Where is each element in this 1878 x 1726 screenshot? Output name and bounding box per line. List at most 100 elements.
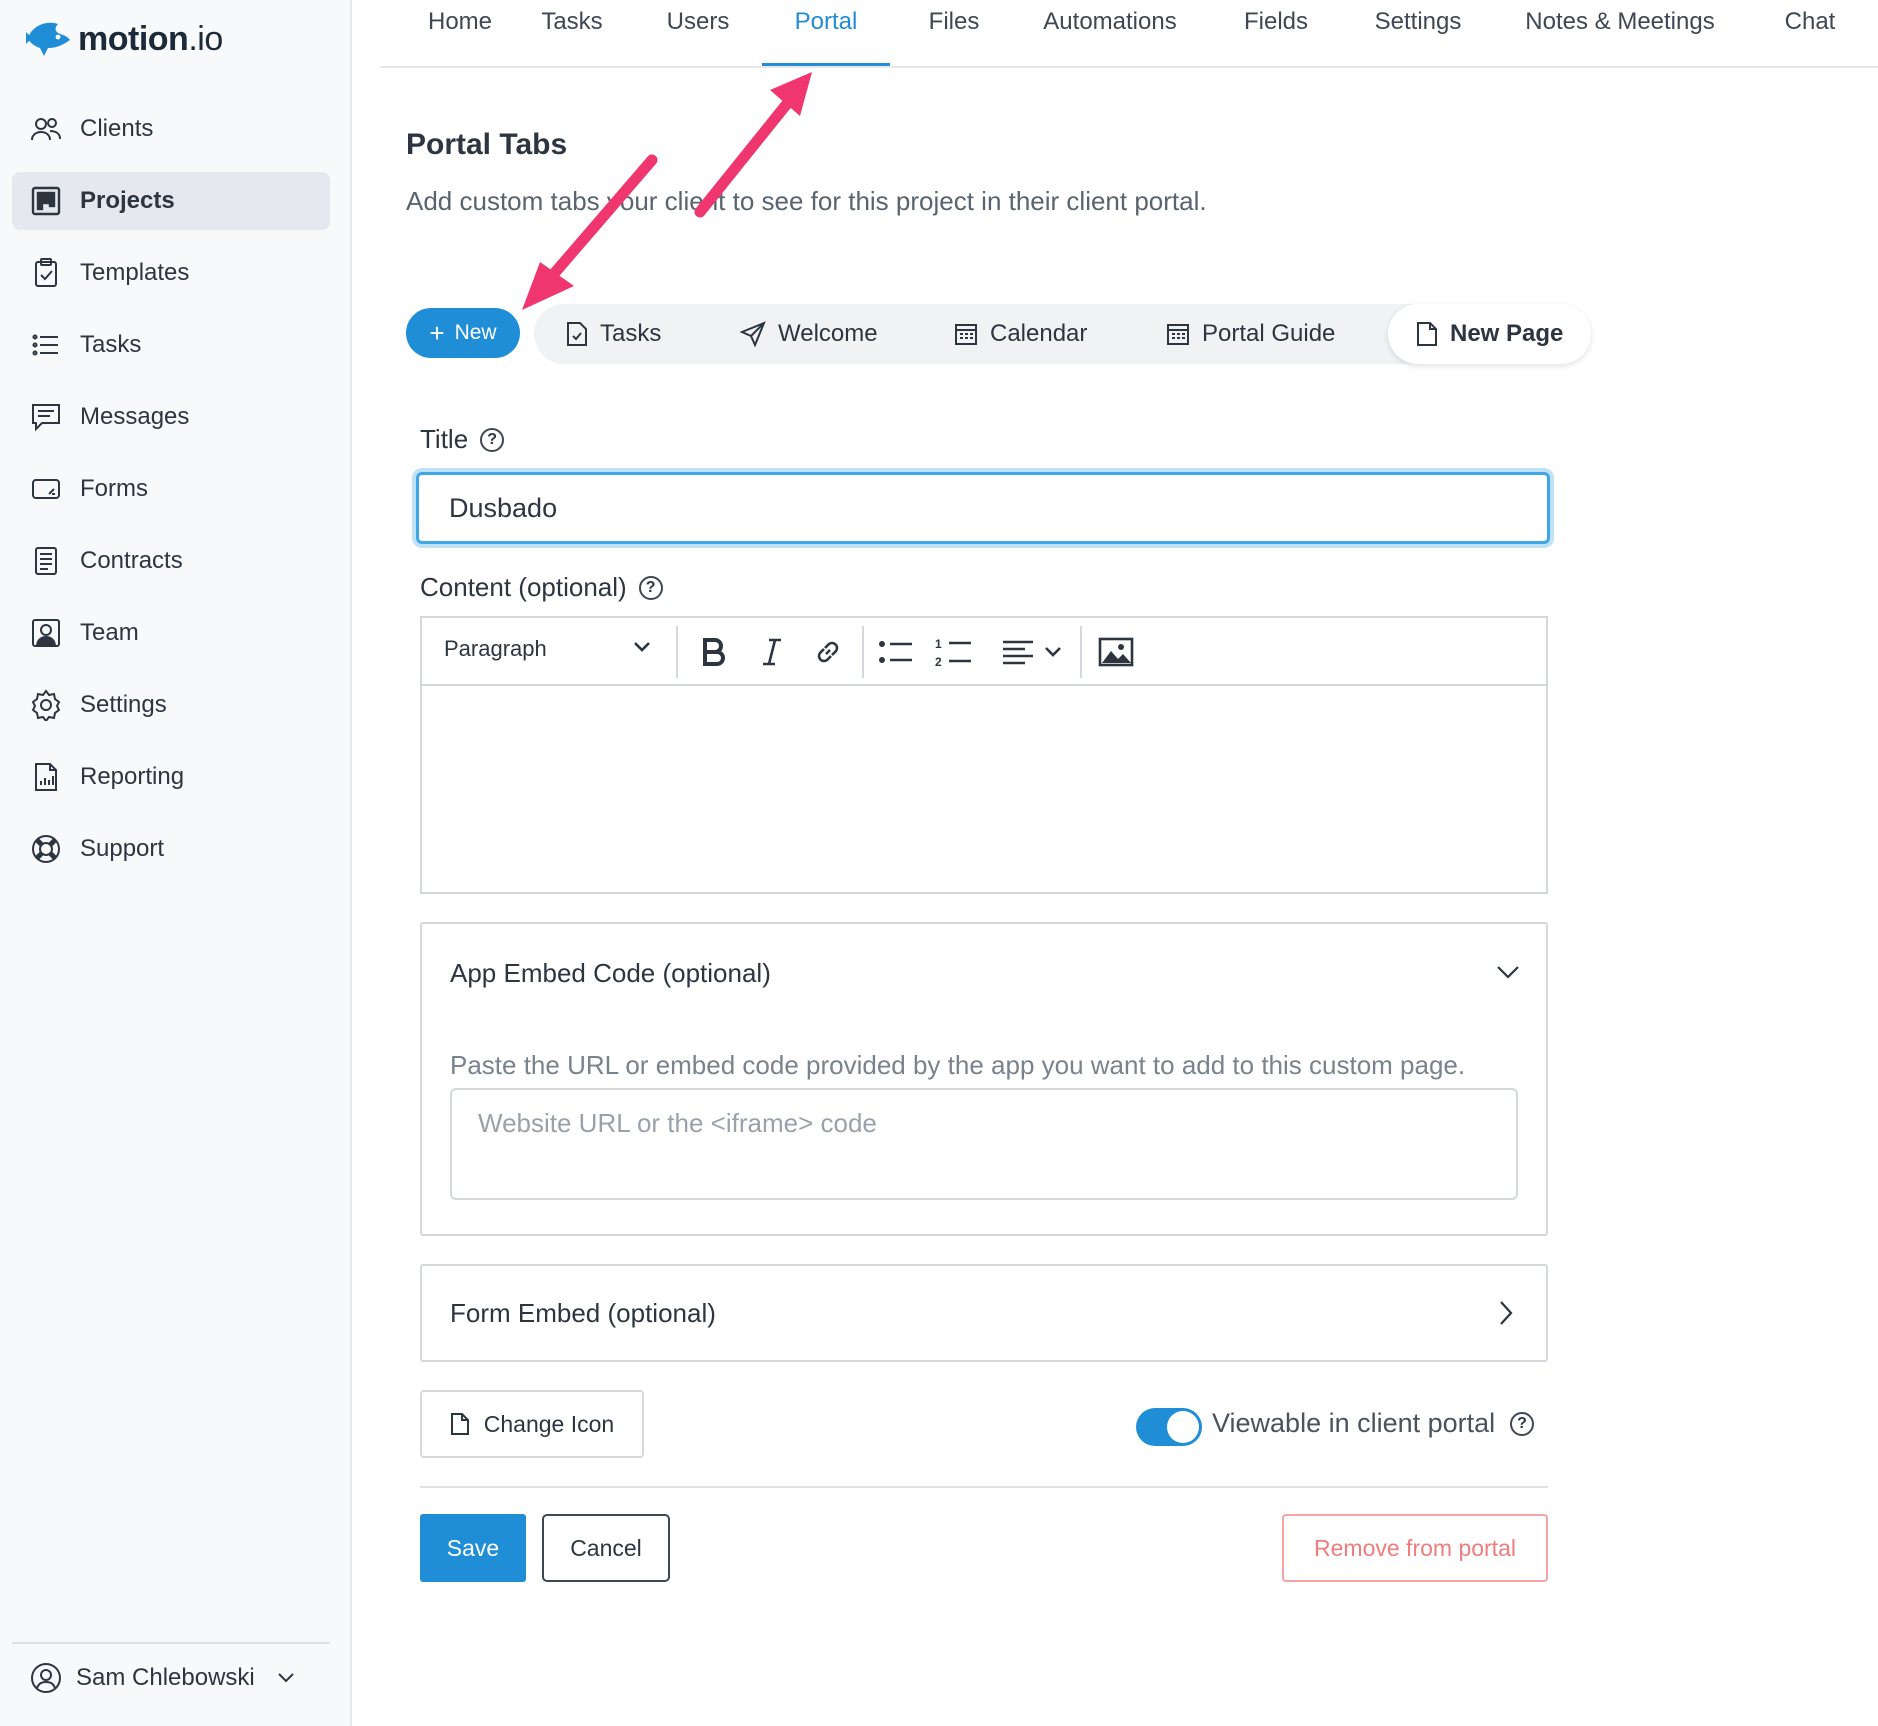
logo[interactable]: motion.io xyxy=(24,18,223,60)
italic-icon xyxy=(763,638,781,666)
kanban-icon xyxy=(31,186,61,216)
tab-portal[interactable]: Portal xyxy=(762,0,890,66)
bold-button[interactable] xyxy=(694,632,734,672)
logo-text: motion.io xyxy=(78,19,223,58)
portal-tab-new-page[interactable]: New Page xyxy=(1388,304,1592,364)
fish-logo-icon xyxy=(26,22,70,56)
sidebar-divider xyxy=(12,1642,330,1644)
sidebar-item-label: Contracts xyxy=(80,547,183,574)
calendar-icon xyxy=(955,324,977,345)
chevron-down-icon xyxy=(278,1673,294,1683)
portal-tab-portal-guide[interactable]: Portal Guide xyxy=(1166,304,1335,364)
tab-automations[interactable]: Automations xyxy=(1040,0,1180,66)
bullet-list-button[interactable] xyxy=(874,632,918,672)
editor-toolbar: Paragraph 12 xyxy=(422,618,1546,686)
tab-chat[interactable]: Chat xyxy=(1778,0,1842,66)
gear-icon xyxy=(31,689,61,721)
bold-icon xyxy=(703,638,725,666)
sidebar-item-tasks[interactable]: Tasks xyxy=(12,316,330,374)
tab-notes-meetings[interactable]: Notes & Meetings xyxy=(1522,0,1718,66)
list-icon xyxy=(32,334,58,356)
embed-code-input[interactable] xyxy=(450,1088,1518,1200)
sidebar-nav: Clients Projects Templates Tasks Message… xyxy=(12,100,330,892)
sidebar-item-label: Support xyxy=(80,835,165,862)
tab-settings[interactable]: Settings xyxy=(1370,0,1466,66)
sidebar-item-team[interactable]: Team xyxy=(12,604,330,662)
numbered-list-icon: 12 xyxy=(935,637,971,668)
align-button[interactable] xyxy=(994,632,1070,672)
sidebar-item-contracts[interactable]: Contracts xyxy=(12,532,330,590)
sidebar: motion.io Clients Projects Templates Tas… xyxy=(0,0,352,1726)
sidebar-item-support[interactable]: Support xyxy=(12,820,330,878)
form-embed-title: Form Embed (optional) xyxy=(450,1298,716,1328)
footer-divider xyxy=(420,1486,1548,1488)
calendar-icon xyxy=(1167,324,1189,345)
file-icon xyxy=(450,1413,469,1435)
file-icon xyxy=(1417,322,1437,346)
form-embed-panel[interactable]: Form Embed (optional) xyxy=(420,1264,1548,1362)
italic-button[interactable] xyxy=(752,632,792,672)
title-input[interactable] xyxy=(416,472,1550,544)
sidebar-item-messages[interactable]: Messages xyxy=(12,388,330,446)
help-icon[interactable]: ? xyxy=(1510,1412,1534,1436)
team-icon xyxy=(32,619,60,647)
sidebar-item-projects[interactable]: Projects xyxy=(12,172,330,230)
tab-files[interactable]: Files xyxy=(920,0,988,66)
clipboard-check-icon xyxy=(35,258,57,287)
user-name: Sam Chlebowski xyxy=(76,1664,255,1691)
sidebar-item-label: Messages xyxy=(80,403,190,430)
align-left-icon xyxy=(1003,640,1033,665)
app-embed-title[interactable]: App Embed Code (optional) xyxy=(450,958,771,989)
cancel-button[interactable]: Cancel xyxy=(542,1514,670,1582)
file-check-icon xyxy=(567,322,587,346)
sidebar-item-templates[interactable]: Templates xyxy=(12,244,330,302)
chevron-down-icon xyxy=(1045,647,1061,657)
app-embed-hint: Paste the URL or embed code provided by … xyxy=(450,1050,1466,1080)
viewable-label: Viewable in client portal xyxy=(1212,1408,1496,1438)
svg-text:1: 1 xyxy=(935,637,942,651)
viewable-toggle[interactable] xyxy=(1136,1408,1202,1446)
plus-icon: + xyxy=(429,318,445,348)
toolbar-divider xyxy=(676,626,678,678)
tab-users[interactable]: Users xyxy=(664,0,732,66)
portal-tab-tasks[interactable]: Tasks xyxy=(566,304,661,364)
user-menu[interactable]: Sam Chlebowski xyxy=(30,1662,309,1694)
users-icon xyxy=(31,118,61,141)
sidebar-item-clients[interactable]: Clients xyxy=(12,100,330,158)
document-icon xyxy=(35,547,57,575)
sidebar-item-reporting[interactable]: Reporting xyxy=(12,748,330,806)
help-icon[interactable]: ? xyxy=(638,575,663,600)
sidebar-item-settings[interactable]: Settings xyxy=(12,676,330,734)
editor-body[interactable] xyxy=(422,686,1546,892)
message-icon xyxy=(32,404,60,432)
content-label: Content (optional) ? xyxy=(420,572,663,603)
sidebar-item-forms[interactable]: Forms xyxy=(12,460,330,518)
tab-home[interactable]: Home xyxy=(412,0,508,66)
bullet-list-icon xyxy=(879,641,912,663)
portal-tab-welcome[interactable]: Welcome xyxy=(740,304,878,364)
change-icon-button[interactable]: Change Icon xyxy=(420,1390,644,1458)
portal-tab-calendar[interactable]: Calendar xyxy=(954,304,1087,364)
insert-image-button[interactable] xyxy=(1094,632,1138,672)
page-subtitle: Add custom tabs your client to see for t… xyxy=(406,186,1207,216)
chevron-right-icon[interactable] xyxy=(1498,1300,1514,1326)
svg-text:2: 2 xyxy=(935,655,942,668)
arrow-to-new-button xyxy=(522,154,658,310)
new-tab-button[interactable]: + New xyxy=(406,308,520,358)
help-icon[interactable]: ? xyxy=(480,427,505,452)
link-icon xyxy=(817,641,839,663)
tab-fields[interactable]: Fields xyxy=(1242,0,1310,66)
save-button[interactable]: Save xyxy=(420,1514,526,1582)
link-button[interactable] xyxy=(808,632,848,672)
numbered-list-button[interactable]: 12 xyxy=(932,632,976,672)
toggle-knob xyxy=(1167,1411,1199,1443)
chevron-down-icon[interactable] xyxy=(1496,964,1520,980)
tab-tasks[interactable]: Tasks xyxy=(538,0,606,66)
sidebar-item-label: Forms xyxy=(80,475,148,502)
chevron-down-icon[interactable] xyxy=(632,640,652,654)
lifebuoy-icon xyxy=(32,835,60,863)
sidebar-item-label: Team xyxy=(80,619,139,646)
remove-from-portal-button[interactable]: Remove from portal xyxy=(1282,1514,1548,1582)
block-format-select[interactable]: Paragraph xyxy=(444,636,547,662)
user-avatar-icon xyxy=(31,1663,61,1693)
